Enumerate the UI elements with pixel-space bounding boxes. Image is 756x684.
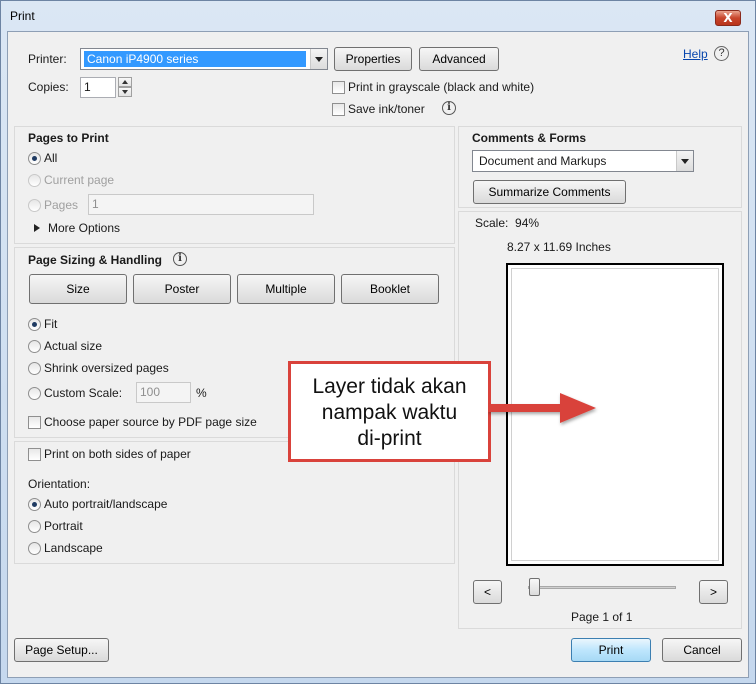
page-sizing-title: Page Sizing & Handling bbox=[28, 253, 163, 267]
fit-label: Fit bbox=[44, 317, 58, 331]
fit-radio[interactable] bbox=[28, 318, 41, 331]
tab-size[interactable]: Size bbox=[29, 274, 127, 304]
percent-label: % bbox=[196, 386, 207, 400]
help-icon[interactable]: ? bbox=[714, 46, 729, 61]
chevron-down-icon[interactable] bbox=[676, 151, 693, 171]
custom-scale-label: Custom Scale: bbox=[44, 386, 123, 400]
page-dimensions: 8.27 x 11.69 Inches bbox=[507, 240, 611, 254]
save-ink-checkbox[interactable] bbox=[332, 103, 345, 116]
dialog-body: Printer: Canon iP4900 series Properties … bbox=[7, 31, 749, 678]
printer-selected-value: Canon iP4900 series bbox=[84, 51, 306, 67]
page-slider-thumb[interactable] bbox=[529, 578, 540, 596]
annotation-line-3: di-print bbox=[357, 427, 422, 450]
previous-page-button[interactable]: < bbox=[473, 580, 502, 604]
custom-scale-input[interactable]: 100 bbox=[136, 382, 191, 403]
landscape-radio[interactable] bbox=[28, 542, 41, 555]
grayscale-checkbox[interactable] bbox=[332, 81, 345, 94]
scale-value: 94% bbox=[515, 216, 540, 230]
duplex-checkbox[interactable] bbox=[28, 448, 41, 461]
title-bar[interactable]: Print X bbox=[1, 1, 755, 31]
info-icon[interactable]: i bbox=[173, 252, 187, 266]
current-page-radio[interactable] bbox=[28, 174, 41, 187]
annotation-callout: Layer tidak akan nampak waktu di-print bbox=[288, 361, 491, 462]
actual-size-label: Actual size bbox=[44, 339, 103, 353]
comments-selected-value: Document and Markups bbox=[479, 154, 607, 168]
all-pages-label: All bbox=[44, 151, 58, 165]
page-setup-button[interactable]: Page Setup... bbox=[14, 638, 109, 662]
printer-label: Printer: bbox=[28, 52, 67, 66]
scale-label-text: Scale: bbox=[475, 216, 509, 230]
advanced-button[interactable]: Advanced bbox=[419, 47, 499, 71]
annotation-line-1: Layer tidak akan bbox=[312, 375, 467, 398]
shrink-oversized-radio[interactable] bbox=[28, 362, 41, 375]
tab-multiple[interactable]: Multiple bbox=[237, 274, 335, 304]
portrait-radio[interactable] bbox=[28, 520, 41, 533]
cancel-button[interactable]: Cancel bbox=[662, 638, 742, 662]
scale-label: Scale: 94% bbox=[475, 216, 539, 230]
annotation-arrow-icon bbox=[488, 393, 596, 423]
shrink-oversized-label: Shrink oversized pages bbox=[44, 361, 169, 375]
duplex-label: Print on both sides of paper bbox=[44, 447, 191, 461]
page-range-label: Pages bbox=[44, 198, 79, 212]
help-link[interactable]: Help bbox=[683, 47, 708, 61]
all-pages-radio[interactable] bbox=[28, 152, 41, 165]
current-page-label: Current page bbox=[44, 173, 115, 187]
save-ink-label: Save ink/toner bbox=[348, 102, 425, 116]
next-page-button[interactable]: > bbox=[699, 580, 728, 604]
page-info: Page 1 of 1 bbox=[571, 610, 633, 624]
paper-source-label: Choose paper source by PDF page size bbox=[44, 415, 257, 429]
auto-orientation-label: Auto portrait/landscape bbox=[44, 497, 168, 511]
page-range-input[interactable]: 1 bbox=[88, 194, 314, 215]
auto-orientation-radio[interactable] bbox=[28, 498, 41, 511]
copies-label: Copies: bbox=[28, 80, 69, 94]
pages-to-print-title: Pages to Print bbox=[28, 131, 109, 145]
print-button[interactable]: Print bbox=[571, 638, 651, 662]
orientation-title: Orientation: bbox=[28, 477, 91, 491]
window-title: Print bbox=[10, 9, 35, 23]
more-options-toggle[interactable]: More Options bbox=[48, 221, 120, 235]
portrait-label: Portrait bbox=[44, 519, 83, 533]
paper-source-checkbox[interactable] bbox=[28, 416, 41, 429]
copies-increment-icon[interactable] bbox=[118, 77, 132, 87]
info-icon[interactable]: i bbox=[442, 101, 456, 115]
annotation-line-2: nampak waktu bbox=[321, 401, 458, 424]
actual-size-radio[interactable] bbox=[28, 340, 41, 353]
copies-input[interactable]: 1 bbox=[80, 77, 116, 98]
page-range-radio[interactable] bbox=[28, 199, 41, 212]
landscape-label: Landscape bbox=[44, 541, 103, 555]
comments-forms-title: Comments & Forms bbox=[472, 131, 587, 145]
expand-triangle-icon[interactable] bbox=[34, 224, 40, 232]
tab-poster[interactable]: Poster bbox=[133, 274, 231, 304]
printer-select[interactable]: Canon iP4900 series bbox=[80, 48, 328, 70]
custom-scale-radio[interactable] bbox=[28, 387, 41, 400]
properties-button[interactable]: Properties bbox=[334, 47, 412, 71]
close-button[interactable]: X bbox=[715, 10, 741, 26]
chevron-down-icon[interactable] bbox=[310, 49, 327, 69]
copies-decrement-icon[interactable] bbox=[118, 87, 132, 97]
comments-select[interactable]: Document and Markups bbox=[472, 150, 694, 172]
grayscale-label: Print in grayscale (black and white) bbox=[348, 80, 535, 94]
close-icon: X bbox=[723, 11, 733, 25]
print-dialog: Print X Printer: Canon iP4900 series Pro… bbox=[0, 0, 756, 684]
summarize-comments-button[interactable]: Summarize Comments bbox=[473, 180, 626, 204]
tab-booklet[interactable]: Booklet bbox=[341, 274, 439, 304]
page-slider-track[interactable] bbox=[528, 586, 676, 589]
